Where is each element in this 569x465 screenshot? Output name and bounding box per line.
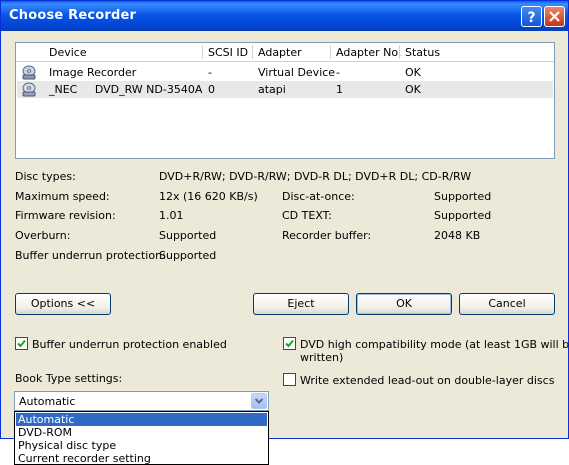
list-item[interactable]: _NEC DVD_RW ND-3540A 0 atapi 1 OK	[17, 81, 553, 98]
dropdown-option-dvd-rom[interactable]: DVD-ROM	[16, 426, 267, 439]
buffer-underrun-value: Supported	[159, 249, 217, 262]
recorder-buffer-value: 2048 KB	[434, 229, 481, 242]
book-type-selected-value: Automatic	[19, 395, 76, 408]
dropdown-button[interactable]	[251, 393, 267, 409]
column-adapter-no[interactable]: Adapter No.	[336, 46, 401, 59]
dvd-compat-checkbox[interactable]	[283, 337, 296, 350]
image-recorder-icon	[22, 65, 36, 80]
book-type-label: Book Type settings:	[15, 372, 123, 385]
scsi-id: 0	[208, 83, 215, 96]
dvd-compat-checkbox-label[interactable]: DVD high compatibility mode (at least 1G…	[300, 338, 569, 351]
question-mark-icon: ?	[527, 10, 535, 26]
checkmark-icon	[285, 339, 294, 348]
adapter-no: -	[336, 66, 340, 79]
adapter-no: 1	[336, 83, 343, 96]
close-icon	[549, 11, 560, 22]
firmware-label: Firmware revision:	[15, 209, 116, 222]
close-button[interactable]	[544, 6, 565, 27]
device-name: Image Recorder	[49, 66, 137, 79]
column-adapter[interactable]: Adapter	[258, 46, 302, 59]
svg-text:?: ?	[527, 10, 535, 26]
ok-button[interactable]: OK	[356, 293, 452, 315]
overburn-value: Supported	[159, 229, 217, 242]
device-name: _NEC DVD_RW ND-3540A	[49, 83, 203, 96]
disc-drive-icon	[22, 82, 36, 97]
status: OK	[405, 66, 421, 79]
disc-types-label: Disc types:	[15, 170, 76, 183]
adapter: atapi	[258, 83, 286, 96]
book-type-select[interactable]: Automatic	[14, 391, 269, 411]
extended-leadout-checkbox-label[interactable]: Write extended lead-out on double-layer …	[300, 374, 554, 387]
extended-leadout-checkbox[interactable]	[283, 373, 296, 386]
dropdown-option-current-recorder-setting[interactable]: Current recorder setting	[16, 452, 267, 465]
max-speed-value: 12x (16 620 KB/s)	[159, 190, 258, 203]
dvd-compat-checkbox-label-line2[interactable]: written)	[300, 351, 343, 364]
cdtext-label: CD TEXT:	[282, 209, 332, 222]
column-status[interactable]: Status	[405, 46, 440, 59]
dropdown-option-automatic[interactable]: Automatic	[16, 413, 267, 426]
scsi-id: -	[208, 66, 212, 79]
recorder-list[interactable]: Device SCSI ID Adapter Adapter No. Statu…	[15, 42, 555, 159]
status: OK	[405, 83, 421, 96]
list-header: Device SCSI ID Adapter Adapter No. Statu…	[16, 43, 554, 62]
disc-types-value: DVD+R/RW; DVD-R/RW; DVD-R DL; DVD+R DL; …	[159, 170, 472, 183]
recorder-buffer-label: Recorder buffer:	[282, 229, 372, 242]
dao-label: Disc-at-once:	[282, 190, 355, 203]
list-item[interactable]: Image Recorder - Virtual Device - OK	[17, 64, 553, 81]
dropdown-option-physical-disc-type[interactable]: Physical disc type	[16, 439, 267, 452]
column-scsi-id[interactable]: SCSI ID	[208, 46, 248, 59]
title-bar[interactable]: Choose Recorder ?	[1, 1, 568, 31]
choose-recorder-dialog: Choose Recorder ? Device SCSI ID Adapter…	[0, 0, 569, 439]
window-title: Choose Recorder	[9, 8, 137, 23]
help-button[interactable]: ?	[521, 6, 542, 27]
dao-value: Supported	[434, 190, 492, 203]
adapter: Virtual Device	[258, 66, 336, 79]
options-button[interactable]: Options <<	[15, 293, 111, 315]
chevron-down-icon	[254, 398, 264, 404]
buffer-underrun-checkbox[interactable]	[15, 337, 28, 350]
buffer-underrun-label: Buffer underrun protection:	[15, 249, 166, 262]
max-speed-label: Maximum speed:	[15, 190, 110, 203]
checkmark-icon	[17, 339, 26, 348]
buffer-underrun-checkbox-label[interactable]: Buffer underrun protection enabled	[32, 338, 227, 351]
firmware-value: 1.01	[159, 209, 184, 222]
overburn-label: Overburn:	[15, 229, 71, 242]
column-device[interactable]: Device	[49, 46, 87, 59]
cdtext-value: Supported	[434, 209, 492, 222]
book-type-dropdown-list: Automatic DVD-ROM Physical disc type Cur…	[14, 411, 269, 465]
cancel-button[interactable]: Cancel	[459, 293, 555, 315]
eject-button[interactable]: Eject	[253, 293, 349, 315]
